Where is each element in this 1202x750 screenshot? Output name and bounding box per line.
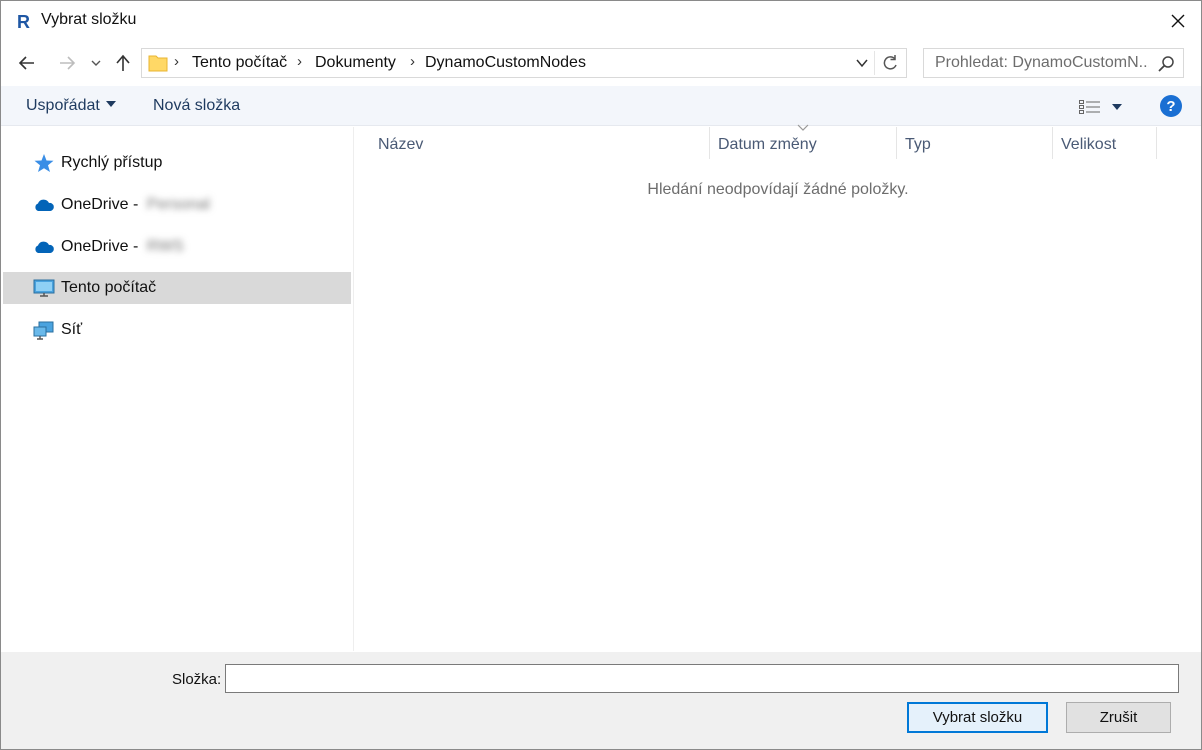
chevron-down-icon[interactable] [854, 55, 870, 71]
column-header-type[interactable]: Typ [897, 127, 1052, 159]
details-view-icon [1079, 100, 1100, 114]
view-options-button[interactable] [1077, 96, 1127, 118]
chevron-down-icon [91, 60, 101, 66]
recent-locations-button[interactable] [87, 51, 105, 75]
sidebar-item-label: Rychlý přístup [61, 154, 163, 171]
new-folder-button[interactable]: Nová složka [153, 97, 240, 115]
network-icon [33, 321, 54, 340]
column-header-name[interactable]: Název [355, 127, 709, 159]
command-bar: Uspořádat Nová složka [1, 86, 1201, 126]
column-label: Velikost [1061, 136, 1117, 153]
onedrive-cloud-icon [35, 199, 54, 211]
navigation-pane: Rychlý přístup OneDrive - Personal OneDr… [1, 127, 354, 651]
breadcrumb-separator: › [410, 53, 415, 70]
sidebar-item-label: OneDrive - Personal [61, 196, 210, 213]
arrow-right-icon [60, 56, 76, 70]
caret-down-icon [105, 100, 116, 107]
column-label: Typ [905, 136, 931, 153]
search-icon[interactable] [1157, 55, 1175, 73]
breadcrumb-documents[interactable]: Dokumenty [315, 54, 396, 72]
column-separator[interactable] [1156, 127, 1157, 159]
sidebar-item-onedrive-personal[interactable]: OneDrive - Personal [3, 189, 351, 221]
column-header-size[interactable]: Velikost [1053, 127, 1156, 159]
sidebar-item-label: Síť [61, 321, 83, 338]
search-input[interactable]: Prohledat: DynamoCustomN... [923, 48, 1184, 78]
address-divider [874, 51, 875, 75]
arrow-up-icon [116, 54, 130, 71]
revit-app-icon: R [14, 12, 32, 31]
folder-picker-dialog: R Vybrat složku › Tento počítač › Dokume… [0, 0, 1202, 750]
breadcrumb-dynamo-custom-nodes[interactable]: DynamoCustomNodes [425, 54, 586, 72]
dialog-footer: Složka: Vybrat složku Zrušit [1, 652, 1201, 749]
sidebar-item-onedrive-rws[interactable]: OneDrive - RWS [3, 231, 351, 263]
title-bar: R Vybrat složku [1, 1, 1201, 41]
cancel-button[interactable]: Zrušit [1066, 702, 1171, 733]
sidebar-item-label: Tento počítač [61, 279, 157, 296]
refresh-icon[interactable] [880, 53, 900, 73]
column-label: Název [378, 136, 424, 153]
address-bar[interactable]: › Tento počítač › Dokumenty › DynamoCust… [141, 48, 907, 78]
back-button[interactable] [15, 51, 39, 75]
up-button[interactable] [111, 51, 135, 75]
breadcrumb-separator: › [297, 53, 302, 70]
caret-down-icon [1112, 104, 1122, 110]
sidebar-item-label: OneDrive - RWS [61, 238, 184, 255]
close-button[interactable] [1155, 1, 1201, 41]
column-label: Datum změny [718, 136, 817, 153]
sidebar-item-network[interactable]: Síť [3, 314, 351, 346]
forward-button[interactable] [55, 51, 79, 75]
onedrive-cloud-icon [35, 241, 54, 253]
select-folder-button[interactable]: Vybrat složku [907, 702, 1048, 733]
sidebar-item-quick-access[interactable]: Rychlý přístup [3, 147, 351, 179]
organize-menu-button[interactable]: Uspořádat [26, 97, 116, 115]
file-list: Název Datum změny Typ Velikost Hledání n… [355, 124, 1201, 651]
arrow-left-icon [18, 56, 34, 70]
help-button[interactable]: ? [1160, 95, 1182, 117]
sidebar-item-this-pc[interactable]: Tento počítač [3, 272, 351, 304]
search-placeholder: Prohledat: DynamoCustomN... [935, 54, 1149, 71]
empty-results-message: Hledání neodpovídají žádné položky. [647, 181, 909, 198]
folder-icon [148, 55, 168, 72]
window-title: Vybrat složku [41, 11, 137, 28]
star-icon [34, 154, 54, 172]
blurred-account-name: Personal [146, 196, 210, 213]
organize-label: Uspořádat [26, 97, 100, 114]
folder-name-input[interactable] [225, 664, 1179, 693]
close-icon [1171, 14, 1185, 28]
folder-field-label: Složka: [172, 671, 222, 688]
svg-text:R: R [17, 12, 30, 31]
computer-icon [33, 279, 55, 297]
sort-indicator-icon [797, 124, 809, 131]
breadcrumb-this-pc[interactable]: Tento počítač [192, 54, 287, 72]
blurred-account-name: RWS [146, 238, 184, 255]
breadcrumb-separator: › [174, 53, 179, 70]
